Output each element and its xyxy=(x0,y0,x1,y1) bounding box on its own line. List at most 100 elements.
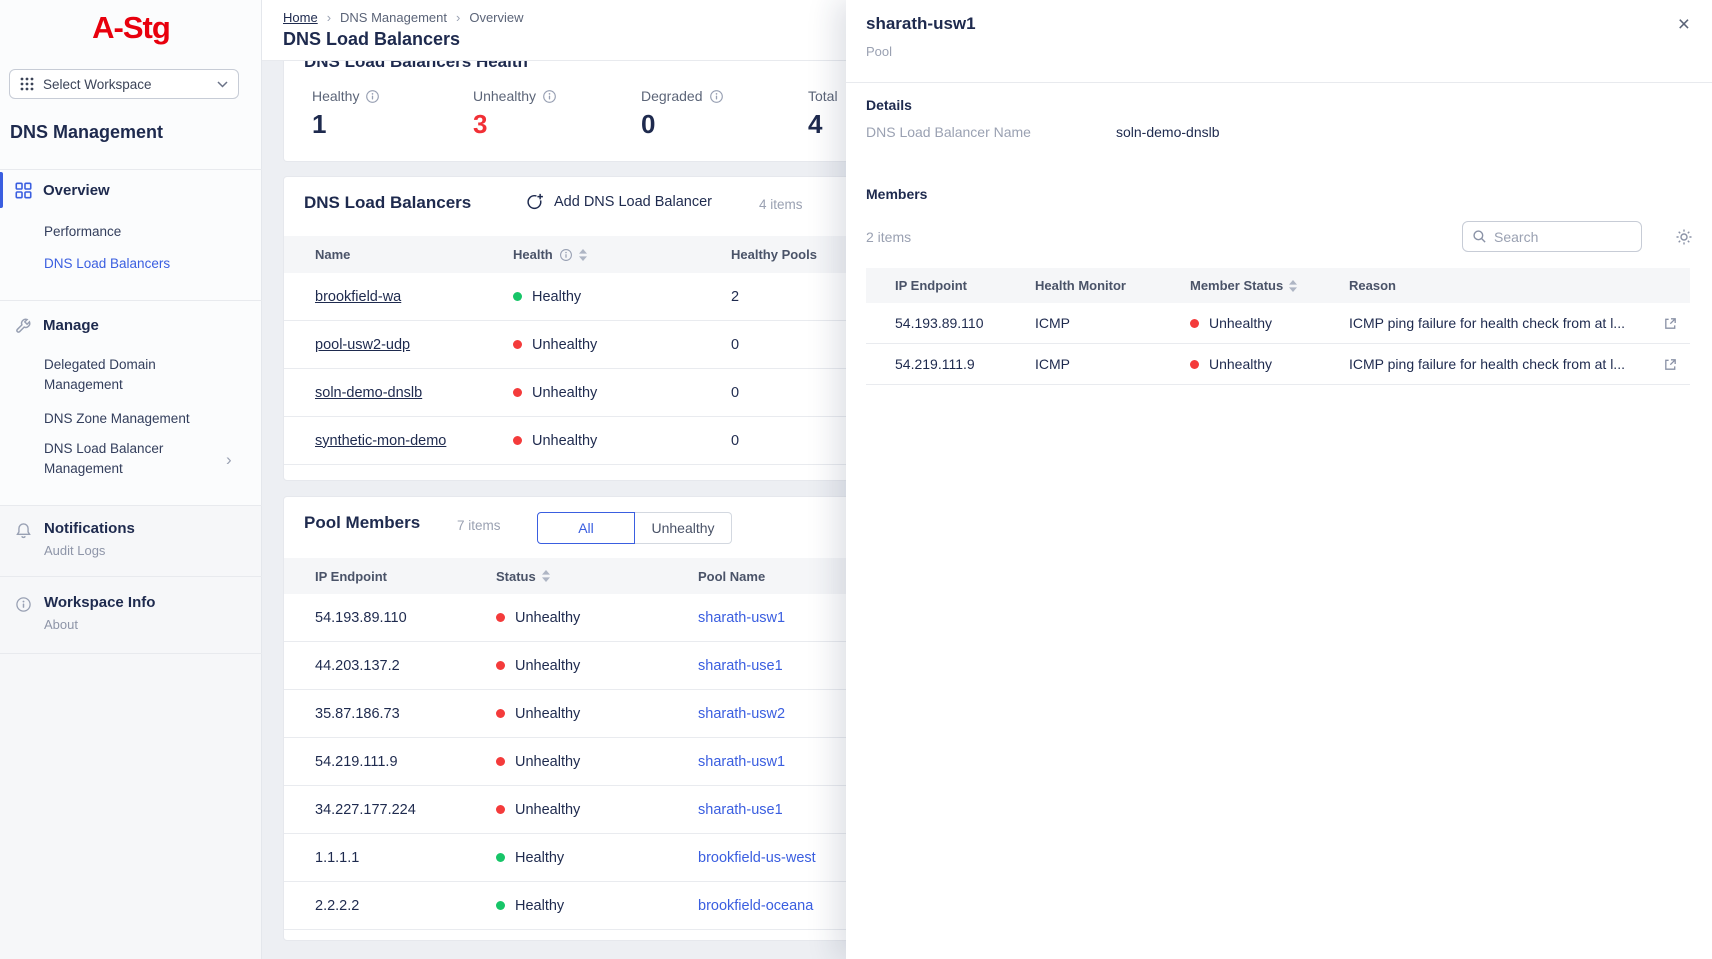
lb-name-link[interactable]: synthetic-mon-demo xyxy=(315,433,446,449)
items-count: 2 items xyxy=(866,229,911,245)
sidebar-item-workspace-info[interactable]: Workspace Info About xyxy=(0,594,261,650)
sidebar-item-label: Manage xyxy=(43,317,99,334)
ip-endpoint: 44.203.137.2 xyxy=(315,658,496,674)
workspace-selector[interactable]: Select Workspace xyxy=(9,69,239,99)
sidebar-item-about[interactable]: About xyxy=(44,617,78,632)
sidebar-item-dns-load-balancers[interactable]: DNS Load Balancers xyxy=(44,254,170,274)
stat-value: 4 xyxy=(808,109,838,140)
column-header-health-monitor[interactable]: Health Monitor xyxy=(1035,278,1190,293)
lb-name-label: DNS Load Balancer Name xyxy=(866,124,1031,140)
column-header-status[interactable]: Status xyxy=(496,569,698,584)
panel-title: sharath-usw1 xyxy=(866,14,976,34)
stat-value: 0 xyxy=(641,109,724,140)
member-status: Unhealthy xyxy=(515,802,580,818)
sort-icon[interactable] xyxy=(542,570,550,582)
health-monitor: ICMP xyxy=(1035,315,1190,331)
pool-name-link[interactable]: brookfield-oceana xyxy=(698,898,813,914)
table-row: 54.219.111.9 ICMP Unhealthy ICMP ping fa… xyxy=(866,344,1690,385)
health-monitor: ICMP xyxy=(1035,356,1190,372)
members-table: IP Endpoint Health Monitor Member Status… xyxy=(866,268,1690,385)
sort-icon[interactable] xyxy=(579,249,587,261)
reason-text: ICMP ping failure for health check from … xyxy=(1349,315,1625,331)
info-icon[interactable] xyxy=(542,89,557,104)
external-link-icon[interactable] xyxy=(1663,316,1678,331)
sidebar-item-notifications[interactable]: Notifications Audit Logs xyxy=(0,520,261,576)
lb-name-link[interactable]: pool-usw2-udp xyxy=(315,337,410,353)
add-load-balancer-icon xyxy=(526,192,545,211)
stat-label: Total xyxy=(808,88,838,104)
column-header-name[interactable]: Name xyxy=(315,247,513,262)
divider xyxy=(0,505,262,506)
brand-logo: A-Stg xyxy=(0,10,262,46)
tab-unhealthy[interactable]: Unhealthy xyxy=(635,512,732,544)
search-icon xyxy=(1472,229,1487,244)
breadcrumb-separator-icon: › xyxy=(456,10,460,25)
column-header-ip-endpoint[interactable]: IP Endpoint xyxy=(895,278,1035,293)
pool-name-link[interactable]: sharath-usw2 xyxy=(698,706,785,722)
add-dns-load-balancer-button[interactable]: Add DNS Load Balancer xyxy=(526,192,712,211)
member-status: Unhealthy xyxy=(1209,315,1272,331)
member-status: Unhealthy xyxy=(515,706,580,722)
app-root: A-Stg Select Workspace DNS Management xyxy=(0,0,1712,959)
tab-all[interactable]: All xyxy=(537,512,635,544)
pool-name-link[interactable]: sharath-use1 xyxy=(698,658,783,674)
sidebar-item-dns-zone-management[interactable]: DNS Zone Management xyxy=(44,409,190,429)
sidebar-item-dns-lb-management[interactable]: DNS Load Balancer Management xyxy=(44,439,216,478)
pool-name-link[interactable]: sharath-usw1 xyxy=(698,754,785,770)
sidebar-item-label: Notifications xyxy=(44,520,135,537)
ip-endpoint: 2.2.2.2 xyxy=(315,898,496,914)
pool-name-link[interactable]: sharath-usw1 xyxy=(698,610,785,626)
stat-label: Healthy xyxy=(312,88,359,104)
table-header-row: IP Endpoint Health Monitor Member Status… xyxy=(866,268,1690,303)
sidebar-item-label: Workspace Info xyxy=(44,594,155,611)
health-status: Unhealthy xyxy=(532,337,597,353)
gear-icon[interactable] xyxy=(1675,228,1693,249)
member-status: Unhealthy xyxy=(515,754,580,770)
divider xyxy=(0,300,262,301)
search-input[interactable] xyxy=(1494,229,1632,245)
stat-label: Unhealthy xyxy=(473,88,536,104)
lb-name-link[interactable]: soln-demo-dnslb xyxy=(315,385,422,401)
health-dot-icon xyxy=(496,709,505,718)
column-header-ip-endpoint[interactable]: IP Endpoint xyxy=(315,569,496,584)
sidebar-item-overview[interactable]: Overview xyxy=(0,172,261,208)
wrench-icon xyxy=(15,317,32,334)
column-header-reason[interactable]: Reason xyxy=(1349,278,1690,293)
health-dot-icon xyxy=(513,292,522,301)
stat-value: 1 xyxy=(312,109,380,140)
sidebar-item-performance[interactable]: Performance xyxy=(44,222,121,242)
member-status: Healthy xyxy=(515,850,564,866)
member-search xyxy=(1462,221,1642,252)
pool-name-link[interactable]: sharath-use1 xyxy=(698,802,783,818)
pool-name-link[interactable]: brookfield-us-west xyxy=(698,850,816,866)
divider xyxy=(0,576,262,577)
info-icon[interactable] xyxy=(365,89,380,104)
items-count: 7 items xyxy=(457,518,501,533)
sidebar-item-manage[interactable]: Manage xyxy=(0,307,261,343)
close-icon[interactable]: × xyxy=(1678,14,1690,35)
sort-icon[interactable] xyxy=(1289,280,1297,292)
ip-endpoint: 54.193.89.110 xyxy=(895,315,1035,331)
sidebar-item-audit-logs[interactable]: Audit Logs xyxy=(44,543,105,558)
workspace-selector-label: Select Workspace xyxy=(43,77,208,92)
stat-healthy: Healthy 1 xyxy=(312,88,380,140)
info-circle-icon xyxy=(15,596,32,613)
info-icon[interactable] xyxy=(709,89,724,104)
members-heading: Members xyxy=(866,186,927,202)
column-header-member-status[interactable]: Member Status xyxy=(1190,278,1349,293)
health-dot-icon xyxy=(513,388,522,397)
details-heading: Details xyxy=(866,97,912,113)
external-link-icon[interactable] xyxy=(1663,357,1678,372)
lb-name-link[interactable]: brookfield-wa xyxy=(315,289,401,305)
health-status: Unhealthy xyxy=(532,385,597,401)
member-status: Unhealthy xyxy=(515,610,580,626)
sidebar-item-delegated-domain-management[interactable]: Delegated Domain Management xyxy=(44,355,216,394)
breadcrumb-home[interactable]: Home xyxy=(283,10,318,25)
product-title: DNS Management xyxy=(10,122,163,143)
health-dot-icon xyxy=(1190,360,1199,369)
health-status: Healthy xyxy=(532,289,581,305)
ip-endpoint: 1.1.1.1 xyxy=(315,850,496,866)
info-icon[interactable] xyxy=(559,248,573,262)
column-header-health[interactable]: Health xyxy=(513,247,731,262)
lb-name-value: soln-demo-dnslb xyxy=(1116,124,1220,140)
